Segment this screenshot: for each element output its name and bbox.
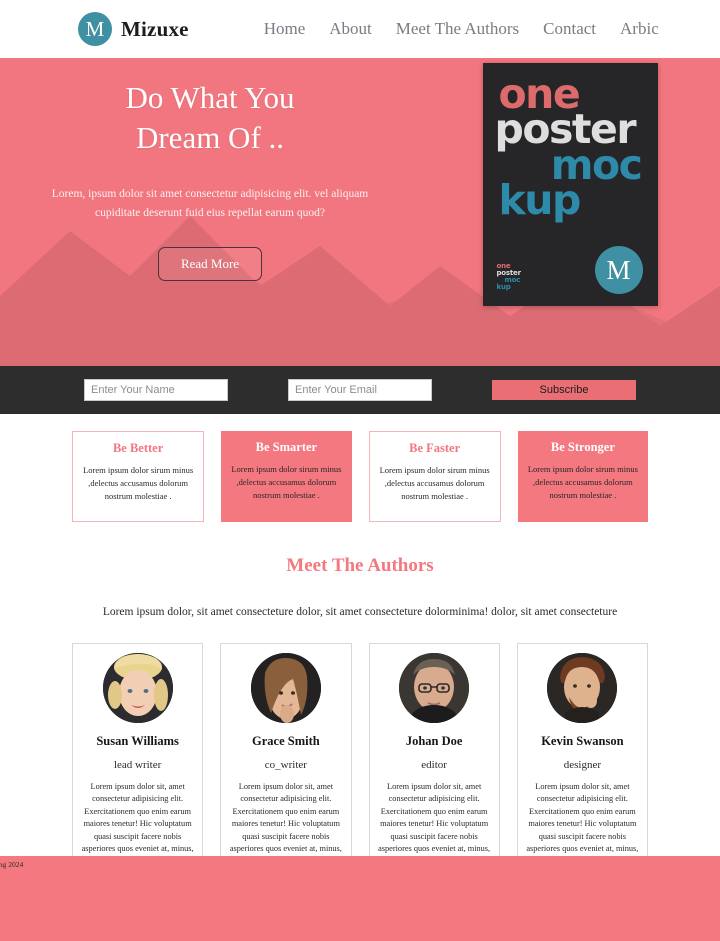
avatar (547, 652, 618, 723)
subscribe-bar: Subscribe (0, 366, 720, 414)
avatar (399, 652, 470, 723)
poster-mockup-image: one poster moc kup one poster moc kup M (482, 63, 658, 306)
feature-cards-row: Be Better Lorem ipsum dolor sirum minus … (0, 414, 720, 522)
brand-name: Mizuxe (121, 16, 189, 41)
author-role: co_writer (264, 758, 307, 771)
footer: coping 2024 (0, 856, 720, 941)
authors-section-subtitle: Lorem ipsum dolor, sit amet consecteture… (102, 606, 618, 618)
nav-links: Home About Meet The Authors Contact Arbi… (264, 19, 659, 39)
author-role: lead writer (113, 758, 162, 771)
author-card[interactable]: Grace Smith co_writer Lorem ipsum dolor … (220, 642, 352, 878)
feature-card-title: Be Stronger (550, 440, 615, 454)
brand-logo[interactable]: M Mizuxe (78, 12, 189, 46)
subscribe-button[interactable]: Subscribe (492, 380, 636, 400)
nav-link-contact[interactable]: Contact (543, 19, 596, 39)
subscribe-email-input[interactable] (288, 379, 432, 401)
authors-header: Meet The Authors Lorem ipsum dolor, sit … (0, 522, 720, 622)
feature-card-title: Be Smarter (255, 440, 318, 454)
author-name: Johan Doe (405, 733, 463, 748)
hero-inner: Do What You Dream Of .. Lorem, ipsum dol… (0, 58, 720, 366)
authors-section-title: Meet The Authors (286, 555, 434, 576)
author-role: editor (421, 758, 447, 771)
feature-card[interactable]: Be Better Lorem ipsum dolor sirum minus … (72, 431, 205, 522)
hero-title: Do What You Dream Of .. (0, 78, 420, 157)
author-name: Grace Smith (252, 733, 320, 748)
nav-link-arbic[interactable]: Arbic (620, 19, 659, 39)
hero-title-line-1: Do What You (125, 80, 295, 115)
feature-card-text: Lorem ipsum dolor sirum minus ,delectus … (231, 464, 342, 501)
author-card[interactable]: Kevin Swanson designer Lorem ipsum dolor… (516, 642, 648, 878)
hero-section: Do What You Dream Of .. Lorem, ipsum dol… (0, 58, 720, 366)
feature-card-title: Be Better (112, 441, 164, 455)
feature-card-text: Lorem ipsum dolor sirum minus ,delectus … (527, 464, 638, 501)
hero-text-block: Do What You Dream Of .. Lorem, ipsum dol… (0, 58, 420, 282)
hero-subtitle: Lorem, ipsum dolor sit amet consectetur … (51, 188, 369, 220)
nav-link-meet-the-authors[interactable]: Meet The Authors (396, 19, 519, 39)
hero-poster-area: one poster moc kup one poster moc kup M (420, 58, 720, 306)
author-card[interactable]: Susan Williams lead writer Lorem ipsum d… (72, 642, 204, 878)
avatar (250, 652, 321, 723)
author-role: designer (563, 758, 601, 771)
subscribe-name-input[interactable] (84, 379, 228, 401)
read-more-button[interactable]: Read More (157, 247, 263, 282)
poster-brand-circle-icon: M (594, 246, 643, 294)
author-card[interactable]: Johan Doe editor Lorem ipsum dolor sit, … (368, 642, 500, 878)
feature-card-title: Be Faster (409, 441, 461, 455)
brand-circle-icon: M (78, 12, 112, 46)
poster-mini-kup: kup (496, 282, 511, 291)
author-name: Susan Williams (96, 733, 179, 748)
feature-card-text: Lorem ipsum dolor sirum minus ,delectus … (83, 465, 194, 502)
author-name: Kevin Swanson (541, 733, 624, 748)
navbar: M Mizuxe Home About Meet The Authors Con… (0, 0, 720, 58)
author-cards-row: Susan Williams lead writer Lorem ipsum d… (0, 642, 720, 878)
poster-mini-logo: one poster moc kup (496, 262, 522, 292)
feature-card[interactable]: Be Smarter Lorem ipsum dolor sirum minus… (221, 431, 352, 522)
footer-copyright: coping 2024 (0, 860, 24, 869)
avatar (102, 652, 173, 723)
feature-card[interactable]: Be Stronger Lorem ipsum dolor sirum minu… (517, 431, 648, 522)
feature-card-text: Lorem ipsum dolor sirum minus ,delectus … (379, 465, 490, 502)
feature-card[interactable]: Be Faster Lorem ipsum dolor sirum minus … (368, 431, 501, 522)
nav-link-about[interactable]: About (329, 19, 372, 39)
nav-link-home[interactable]: Home (264, 19, 306, 39)
poster-text-block: one poster moc kup (483, 63, 658, 220)
hero-title-line-2: Dream Of .. (135, 119, 285, 155)
